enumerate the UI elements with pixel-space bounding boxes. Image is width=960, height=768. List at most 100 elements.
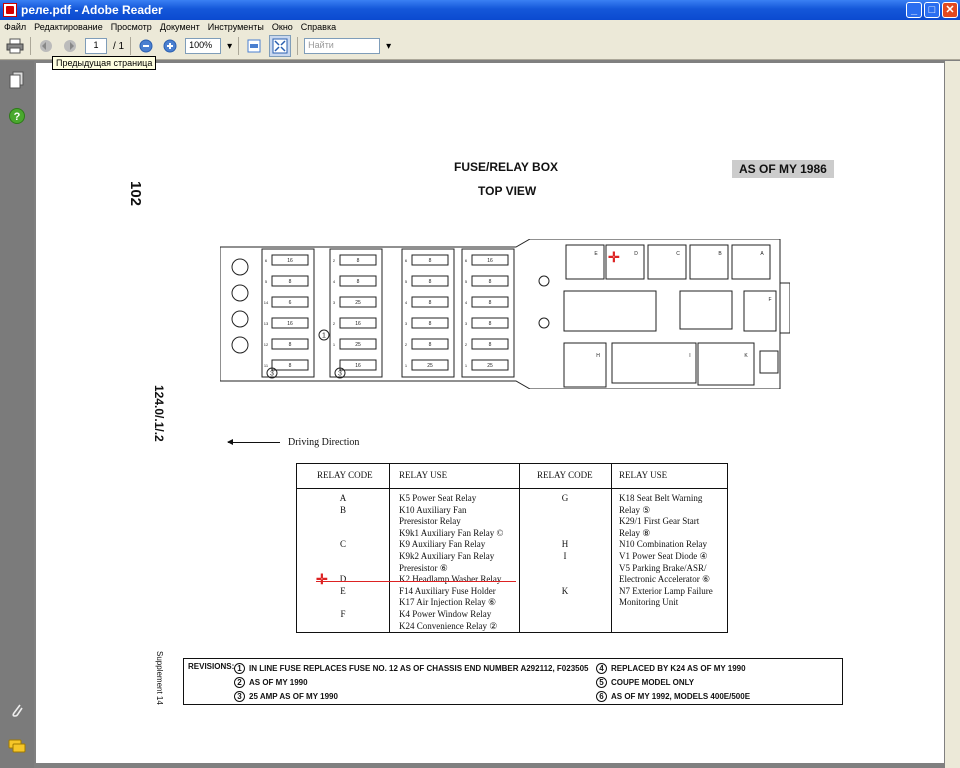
fuse-rating: 8 (289, 342, 292, 348)
relay-code: C (339, 539, 346, 550)
relay (565, 244, 605, 280)
attachments-icon[interactable] (8, 701, 26, 719)
as-of-badge: AS OF MY 1986 (732, 160, 834, 178)
menu-window[interactable]: Окно (272, 22, 293, 32)
zoom-input[interactable]: 100% (185, 38, 222, 54)
fuse-rating: 8 (357, 258, 360, 264)
relay-code: A (339, 493, 347, 503)
print-icon[interactable] (6, 37, 24, 55)
revision-item: 5 COUPE MODEL ONLY (596, 677, 694, 688)
relay-label: F (768, 297, 771, 303)
red-underline-annotation (316, 581, 516, 582)
previous-page-icon[interactable] (37, 37, 55, 55)
relay-table: RELAY CODE RELAY USE RELAY CODE RELAY US… (296, 463, 728, 633)
comments-icon[interactable] (8, 737, 26, 755)
menu-file[interactable]: Файл (4, 22, 26, 32)
revision-item: 2 AS OF MY 1990 (234, 677, 308, 688)
pages-icon[interactable] (8, 71, 26, 89)
relay (647, 244, 687, 280)
relay-use: Monitoring Unit (619, 597, 679, 608)
fuse-rating: 8 (357, 279, 360, 285)
revision-text: IN LINE FUSE REPLACES FUSE NO. 12 AS OF … (249, 664, 589, 673)
fuse-number: 1 (465, 363, 468, 368)
fuse-number: 11 (264, 363, 269, 368)
menu-help[interactable]: Справка (301, 22, 336, 32)
fuse-number: 4 (333, 279, 336, 284)
mounting-hole (231, 310, 249, 328)
relay (563, 342, 607, 388)
circled-number-label: 3 (338, 371, 342, 378)
search-input[interactable]: Найти (304, 38, 381, 54)
relay-use: K4 Power Window Relay (399, 609, 492, 619)
fit-page-icon (272, 38, 288, 54)
relay-code: G (561, 493, 569, 503)
page-number-input[interactable]: 1 (85, 38, 107, 54)
zoom-in-icon[interactable] (161, 37, 179, 55)
zoom-dropdown-icon[interactable]: ▾ (227, 41, 232, 52)
fuse-number: 2 (333, 258, 336, 263)
fit-width-icon[interactable] (245, 37, 263, 55)
vertical-scrollbar[interactable] (945, 61, 960, 768)
relay-use: K5 Power Seat Relay (399, 493, 477, 503)
relay-use: K17 Air Injection Relay ⑥ (399, 597, 497, 608)
circled-number-label: 1 (322, 333, 326, 340)
star-symbol (538, 275, 550, 287)
help-icon[interactable]: ? (8, 107, 26, 125)
relay-use: F14 Auxiliary Fuse Holder (399, 585, 496, 596)
fit-page-button[interactable] (269, 35, 292, 57)
fuse-number: 6 (265, 258, 268, 263)
fuse-rating: 16 (355, 321, 361, 327)
relay-use: K29/1 First Gear Start (619, 516, 700, 527)
revision-number: 5 (596, 677, 607, 688)
fuse-number: 5 (265, 279, 268, 284)
zoom-out-icon[interactable] (137, 37, 155, 55)
fuse-number: 13 (264, 321, 269, 326)
relay-use: Electronic Accelerator ⑥ (619, 574, 711, 585)
menu-edit[interactable]: Редактирование (34, 22, 103, 32)
fuse-rating: 8 (429, 279, 432, 285)
tooltip-previous-page: Предыдущая страница (52, 56, 157, 70)
search-dropdown-icon[interactable]: ▾ (386, 41, 391, 52)
menu-document[interactable]: Документ (160, 22, 200, 32)
relay (563, 290, 657, 332)
relay-label: C (676, 251, 680, 257)
fuse-column (329, 248, 383, 378)
toolbar-separator (30, 37, 31, 55)
revision-number: 4 (596, 663, 607, 674)
doc-subtitle: TOP VIEW (478, 184, 537, 198)
relay-label: I (689, 353, 690, 359)
relay-code: I (563, 551, 567, 561)
relay-label: B (718, 251, 722, 257)
relay (611, 342, 697, 384)
fuse-rating: 8 (489, 279, 492, 285)
connector (759, 350, 779, 374)
revisions-label: REVISIONS: (188, 662, 235, 671)
next-page-icon[interactable] (61, 37, 79, 55)
relay-use: K9k1 Auxiliary Fan Relay © (399, 527, 504, 538)
fuse-number: 2 (405, 342, 408, 347)
fuse-rating: 8 (489, 321, 492, 327)
fuse-number: 4 (465, 300, 468, 305)
fuse-rating: 8 (429, 342, 432, 348)
menu-view[interactable]: Просмотр (111, 22, 152, 32)
revision-item: 1 IN LINE FUSE REPLACES FUSE NO. 12 AS OF… (234, 663, 589, 674)
relay-use: N10 Combination Relay (619, 539, 707, 550)
svg-text:?: ? (14, 111, 21, 123)
relay-use: K24 Convenience Relay ② (399, 620, 498, 631)
red-mark-annotation: ✛ (316, 571, 328, 587)
revisions-box: REVISIONS: 1 IN LINE FUSE REPLACES FUSE N… (183, 658, 843, 705)
menu-tools[interactable]: Инструменты (208, 22, 264, 32)
fuse-rating: 25 (487, 363, 493, 369)
header-relay-code-1: RELAY CODE (317, 470, 373, 480)
relay (689, 244, 729, 280)
maximize-button[interactable]: □ (924, 2, 940, 18)
revision-text: AS OF MY 1992, MODELS 400E/500E (611, 692, 751, 701)
close-button[interactable]: ✕ (942, 2, 958, 18)
fuse-number: 4 (405, 300, 408, 305)
relay-use: K10 Auxiliary Fan (399, 504, 467, 515)
fuse-number: 5 (405, 279, 408, 284)
minimize-button[interactable]: _ (906, 2, 922, 18)
model-number: 124.0/.1/.2 (152, 385, 166, 442)
fuse-rating: 25 (427, 363, 433, 369)
fuse-rating: 16 (287, 258, 293, 264)
